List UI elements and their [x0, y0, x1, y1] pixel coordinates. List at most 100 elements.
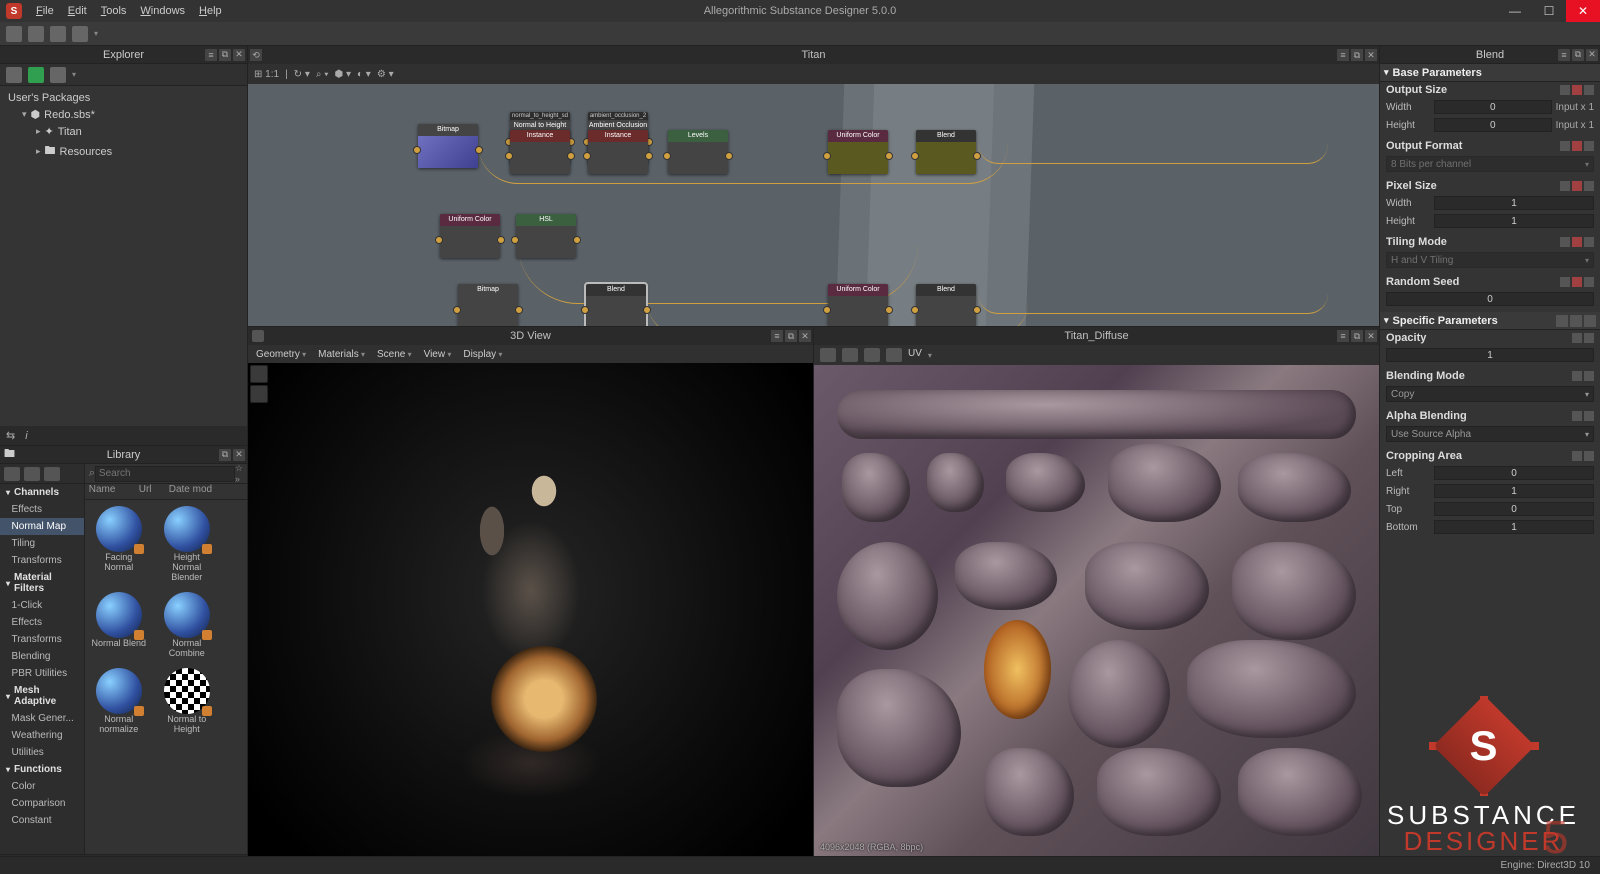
- graph-node[interactable]: Blend: [916, 284, 976, 326]
- library-category[interactable]: Constant: [0, 812, 84, 829]
- col-url[interactable]: Url: [139, 484, 169, 499]
- panel-undock-icon[interactable]: ⧉: [219, 449, 231, 461]
- 2d-tool-icon[interactable]: [842, 348, 858, 362]
- library-category[interactable]: ▾ Channels: [0, 484, 84, 501]
- library-thumb[interactable]: Normal normalize: [91, 668, 147, 734]
- library-thumb[interactable]: Normal to Height: [159, 668, 215, 734]
- act-icon[interactable]: [1584, 315, 1596, 327]
- 2d-tool-icon[interactable]: [886, 348, 902, 362]
- graph-node[interactable]: Bitmap: [458, 284, 518, 326]
- panel-menu-icon[interactable]: ≡: [1337, 49, 1349, 61]
- minimize-button[interactable]: —: [1498, 0, 1532, 22]
- graph-node[interactable]: Blend: [586, 284, 646, 326]
- px-width-slider[interactable]: 1: [1434, 196, 1594, 210]
- graph-canvas[interactable]: Bitmapnormal_to_height_sdNormal to Heigh…: [248, 84, 1379, 326]
- play-icon[interactable]: [28, 67, 44, 83]
- library-thumb[interactable]: Normal Combine: [159, 592, 215, 658]
- blendmode-select[interactable]: Copy: [1386, 386, 1594, 402]
- menu-view[interactable]: View: [424, 349, 452, 360]
- library-category[interactable]: Weathering: [0, 727, 84, 744]
- menu-materials[interactable]: Materials: [318, 349, 365, 360]
- toolbar-icon[interactable]: [28, 26, 44, 42]
- graph-node[interactable]: Instance: [588, 130, 648, 174]
- toolbar-icon[interactable]: [6, 26, 22, 42]
- tiling-select[interactable]: H and V Tiling: [1386, 252, 1594, 268]
- catbtn[interactable]: [44, 467, 60, 481]
- panel-menu-icon[interactable]: ≡: [1337, 330, 1349, 342]
- menu-tools[interactable]: Tools: [101, 5, 127, 17]
- crop-bottom-slider[interactable]: 1: [1434, 520, 1594, 534]
- height-slider[interactable]: 0: [1434, 118, 1552, 132]
- base-params-header[interactable]: ▾Base Parameters: [1380, 64, 1600, 82]
- tab-icon[interactable]: ⇆: [6, 429, 15, 442]
- menu-display[interactable]: Display: [463, 349, 502, 360]
- panel-undock-icon[interactable]: ⧉: [1351, 49, 1363, 61]
- col-name[interactable]: Name: [89, 484, 139, 499]
- tab-icon[interactable]: i: [25, 430, 27, 442]
- menu-file[interactable]: File: [36, 5, 54, 17]
- opacity-slider[interactable]: 1: [1386, 348, 1594, 362]
- resources-item[interactable]: ▸🖿 Resources: [8, 140, 239, 163]
- output-format-select[interactable]: 8 Bits per channel: [1386, 156, 1594, 172]
- graph-node[interactable]: Uniform Color: [828, 130, 888, 174]
- library-category[interactable]: Blending: [0, 648, 84, 665]
- cook-icon[interactable]: [50, 67, 66, 83]
- width-slider[interactable]: 0: [1434, 100, 1552, 114]
- col-date[interactable]: Date mod: [169, 484, 212, 499]
- close-button[interactable]: ✕: [1566, 0, 1600, 22]
- graph-node[interactable]: HSL: [516, 214, 576, 258]
- library-category[interactable]: Effects: [0, 501, 84, 518]
- menu-edit[interactable]: Edit: [68, 5, 87, 17]
- graph-node[interactable]: Bitmap: [418, 124, 478, 168]
- panel-close-icon[interactable]: ✕: [233, 449, 245, 461]
- seed-slider[interactable]: 0: [1386, 292, 1594, 306]
- alpha-select[interactable]: Use Source Alpha: [1386, 426, 1594, 442]
- crop-right-slider[interactable]: 1: [1434, 484, 1594, 498]
- menu-scene[interactable]: Scene: [377, 349, 412, 360]
- act-icon[interactable]: [1556, 315, 1568, 327]
- 2d-tool-icon[interactable]: [820, 348, 836, 362]
- panel-undock-icon[interactable]: ⧉: [1351, 330, 1363, 342]
- panel-close-icon[interactable]: ✕: [1365, 330, 1377, 342]
- catbtn[interactable]: [24, 467, 40, 481]
- new-icon[interactable]: [6, 67, 22, 83]
- 2d-view-canvas[interactable]: 4096x2048 (RGBA, 8bpc): [814, 365, 1379, 856]
- library-search-input[interactable]: [95, 466, 235, 482]
- panel-undock-icon[interactable]: ⧉: [219, 49, 231, 61]
- px-height-slider[interactable]: 1: [1434, 214, 1594, 228]
- graph-item[interactable]: ▸✦ Titan: [8, 123, 239, 140]
- library-category[interactable]: 1-Click: [0, 597, 84, 614]
- maximize-button[interactable]: ☐: [1532, 0, 1566, 22]
- library-category[interactable]: ▾ Mesh Adaptive: [0, 682, 84, 710]
- panel-undock-icon[interactable]: ⧉: [1572, 49, 1584, 61]
- toolbar-icon[interactable]: [72, 26, 88, 42]
- panel-menu-icon[interactable]: ≡: [771, 330, 783, 342]
- library-thumb[interactable]: Normal Blend: [91, 592, 147, 658]
- package-item[interactable]: ▾⬢ Redo.sbs*: [8, 106, 239, 123]
- inherit-width[interactable]: Input x 1: [1556, 102, 1594, 113]
- specific-params-header[interactable]: ▾Specific Parameters: [1380, 312, 1600, 330]
- library-category[interactable]: Transforms: [0, 631, 84, 648]
- library-category[interactable]: Utilities: [0, 744, 84, 761]
- library-category[interactable]: ▾ Material Filters: [0, 569, 84, 597]
- toolbar-icon[interactable]: [50, 26, 66, 42]
- graph-node[interactable]: Uniform Color: [440, 214, 500, 258]
- library-category[interactable]: Transforms: [0, 552, 84, 569]
- panel-menu-icon[interactable]: ≡: [1558, 49, 1570, 61]
- library-category[interactable]: Mask Gener...: [0, 710, 84, 727]
- library-category[interactable]: PBR Utilities: [0, 665, 84, 682]
- library-category[interactable]: Tiling: [0, 535, 84, 552]
- 2d-tool-icon[interactable]: [864, 348, 880, 362]
- graph-node[interactable]: Instance: [510, 130, 570, 174]
- menu-geometry[interactable]: Geometry: [256, 349, 306, 360]
- library-thumb[interactable]: Facing Normal: [91, 506, 147, 582]
- inherit-height[interactable]: Input x 1: [1556, 120, 1594, 131]
- library-category[interactable]: Effects: [0, 614, 84, 631]
- panel-close-icon[interactable]: ✕: [1586, 49, 1598, 61]
- explorer-tree[interactable]: User's Packages ▾⬢ Redo.sbs* ▸✦ Titan ▸🖿…: [0, 86, 247, 426]
- panel-close-icon[interactable]: ✕: [233, 49, 245, 61]
- library-category[interactable]: Comparison: [0, 795, 84, 812]
- 3d-tool-icon[interactable]: [250, 385, 268, 403]
- 3d-tool-icon[interactable]: [250, 365, 268, 383]
- library-category[interactable]: Normal Map: [0, 518, 84, 535]
